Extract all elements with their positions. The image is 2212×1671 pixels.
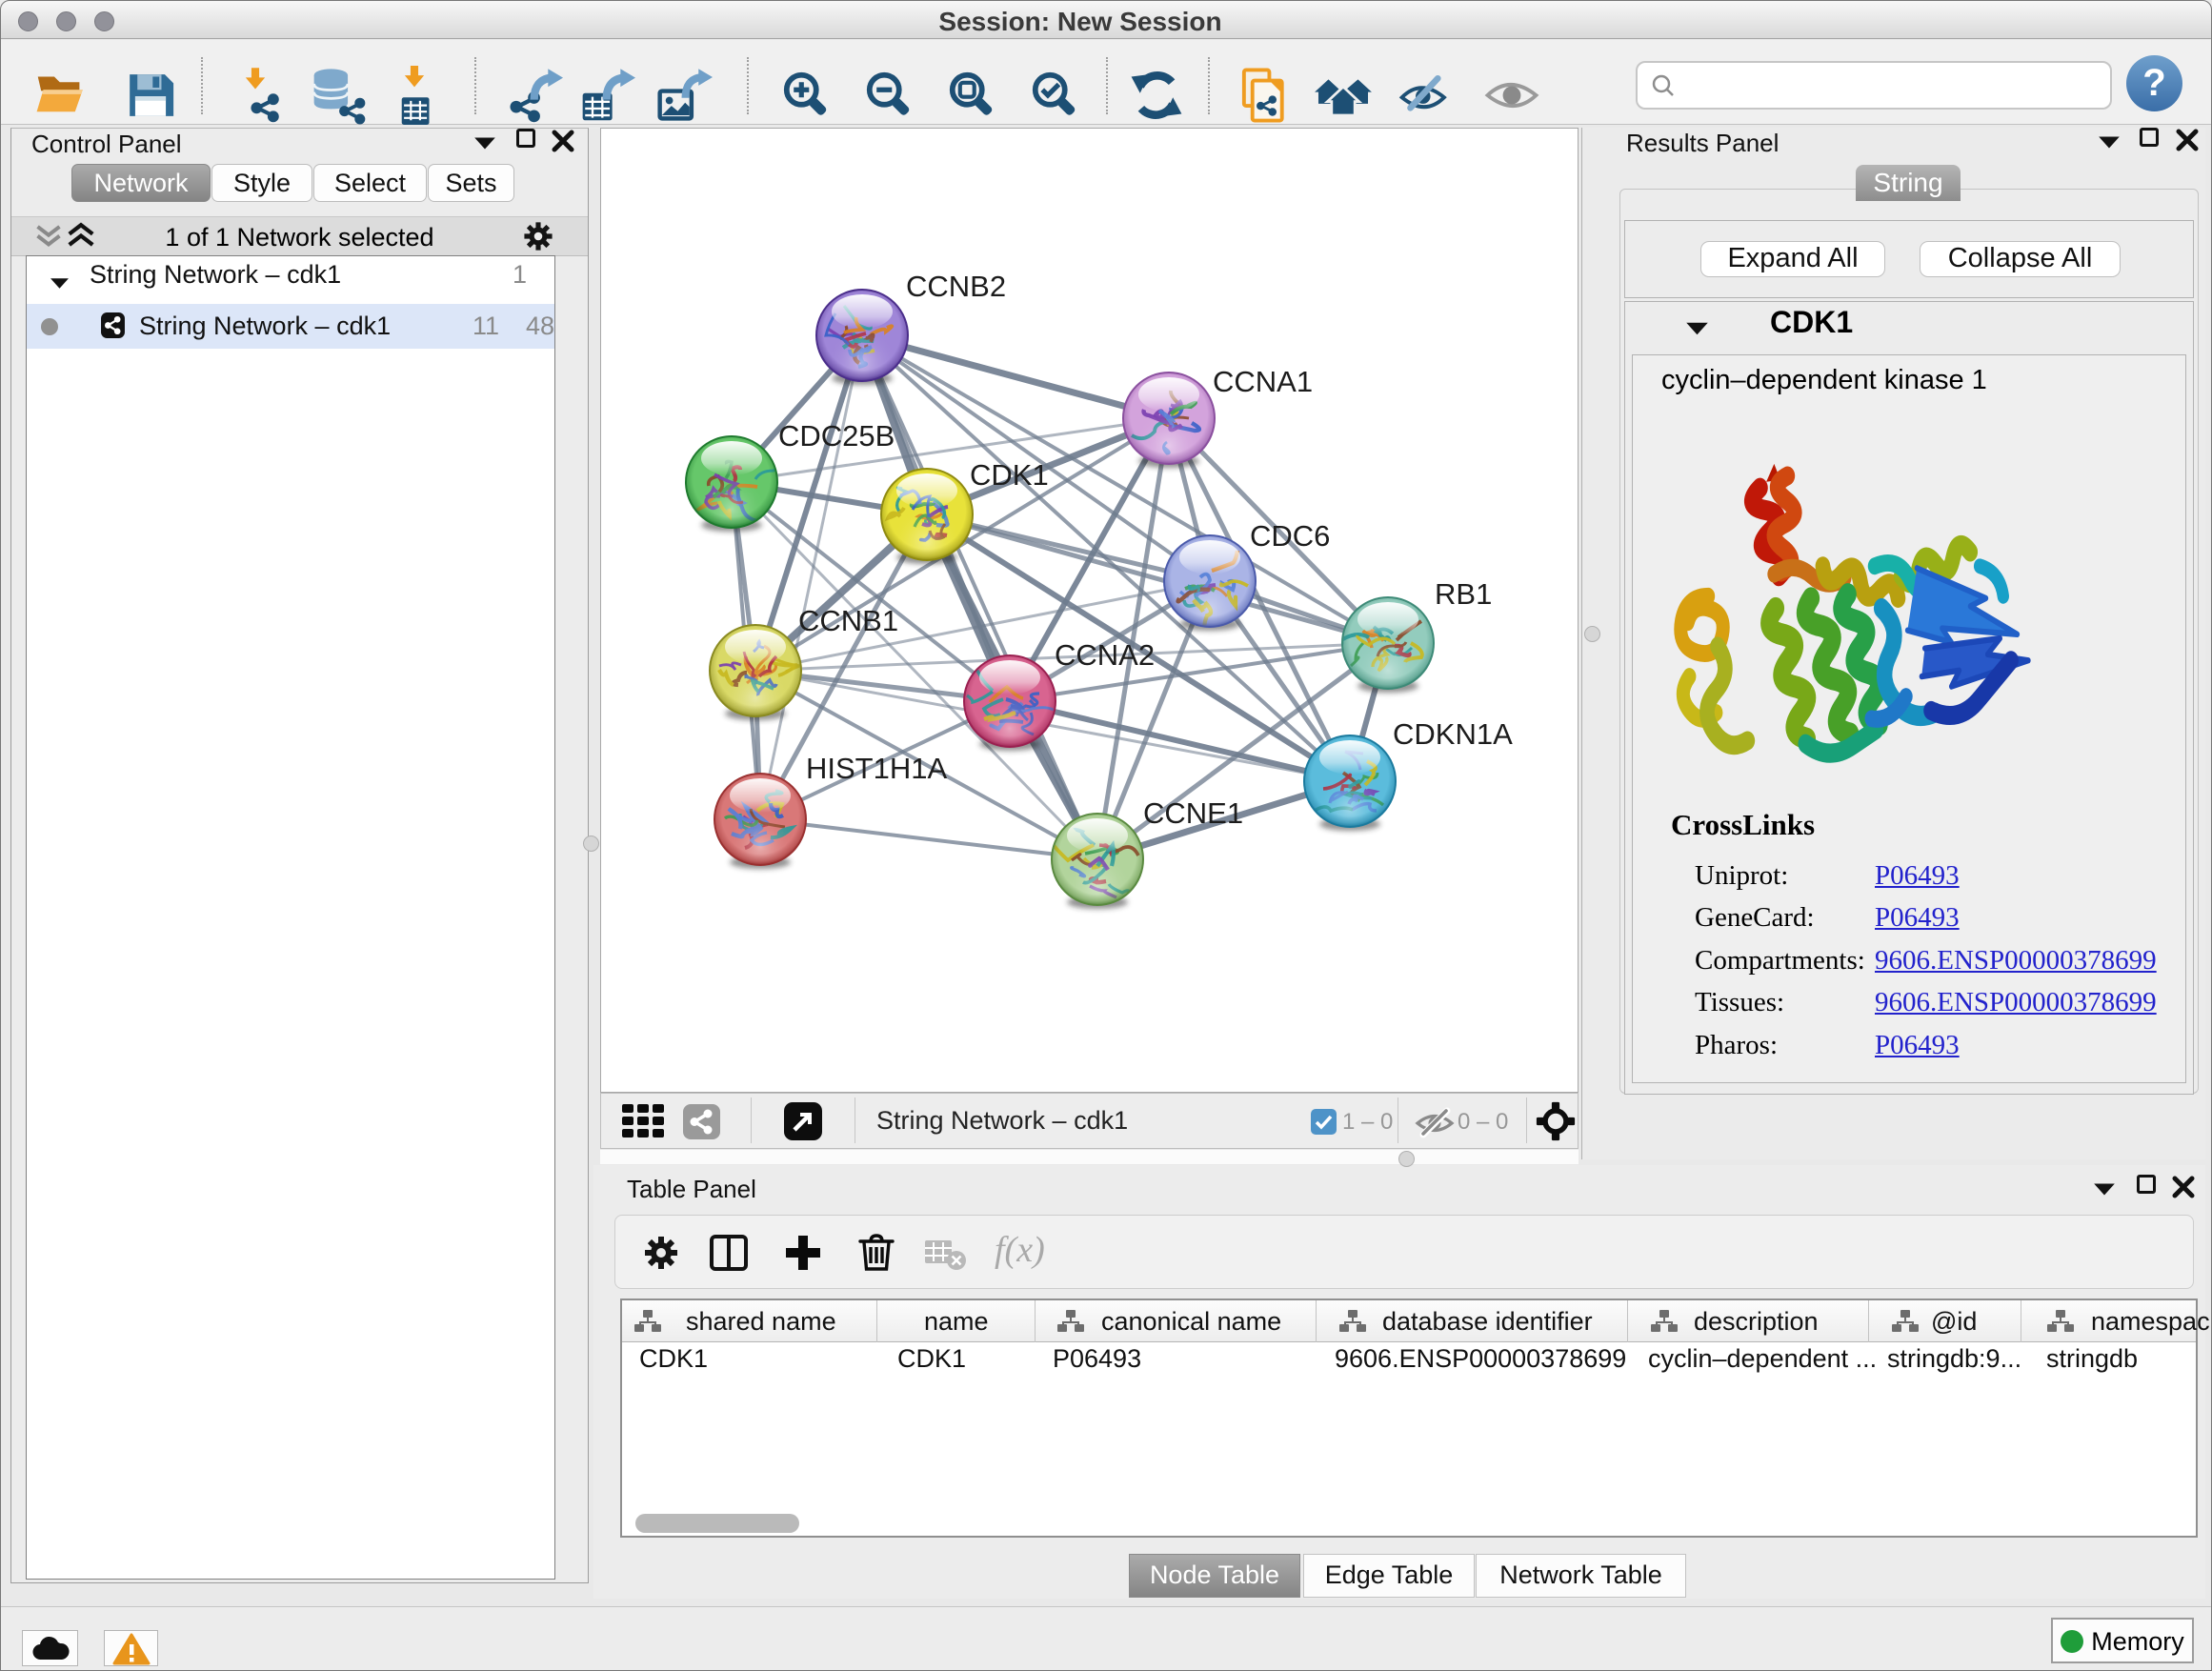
svg-text:CCNE1: CCNE1 — [1143, 796, 1243, 830]
svg-text:CDC6: CDC6 — [1250, 519, 1330, 553]
svg-text:CCNB2: CCNB2 — [906, 270, 1006, 303]
svg-text:CCNA2: CCNA2 — [1055, 638, 1155, 672]
svg-text:CDC25B: CDC25B — [778, 419, 895, 453]
svg-text:CCNA1: CCNA1 — [1213, 365, 1313, 398]
svg-text:CCNB1: CCNB1 — [798, 604, 898, 637]
svg-text:HIST1H1A: HIST1H1A — [806, 752, 947, 785]
svg-text:CDK1: CDK1 — [970, 458, 1049, 492]
svg-text:CDKN1A: CDKN1A — [1393, 717, 1513, 751]
svg-text:RB1: RB1 — [1435, 577, 1492, 611]
